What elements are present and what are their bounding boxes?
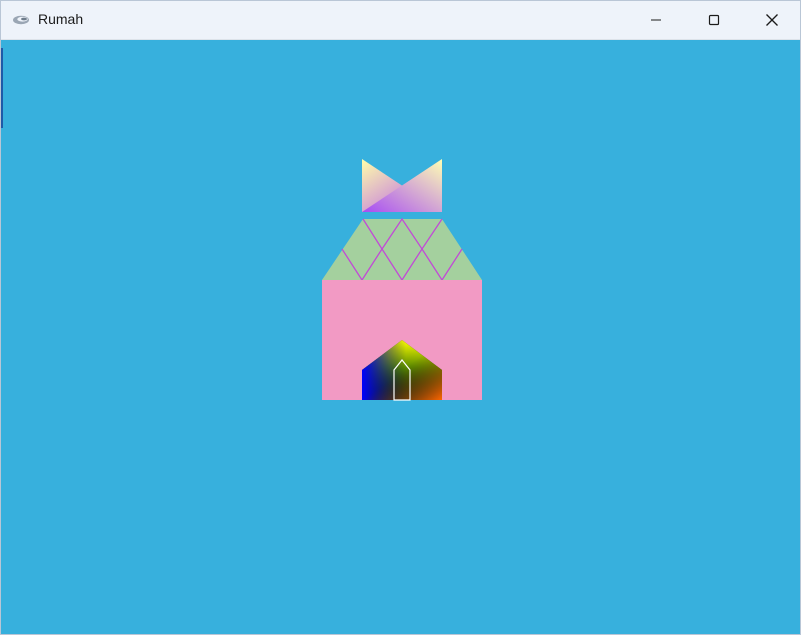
eclipse-app-icon: [12, 12, 30, 28]
close-button[interactable]: [743, 1, 800, 39]
drawing-canvas: [1, 40, 800, 634]
minimize-icon: [650, 14, 662, 26]
close-icon: [765, 13, 779, 27]
title-bar[interactable]: Rumah: [1, 1, 800, 40]
app-window: Rumah: [0, 0, 801, 635]
maximize-button[interactable]: [685, 1, 743, 39]
minimize-button[interactable]: [627, 1, 685, 39]
roof: [322, 219, 482, 280]
house-drawing: [322, 159, 482, 401]
window-title: Rumah: [38, 11, 84, 27]
left-edge-accent: [1, 48, 3, 128]
maximize-icon: [708, 14, 720, 26]
